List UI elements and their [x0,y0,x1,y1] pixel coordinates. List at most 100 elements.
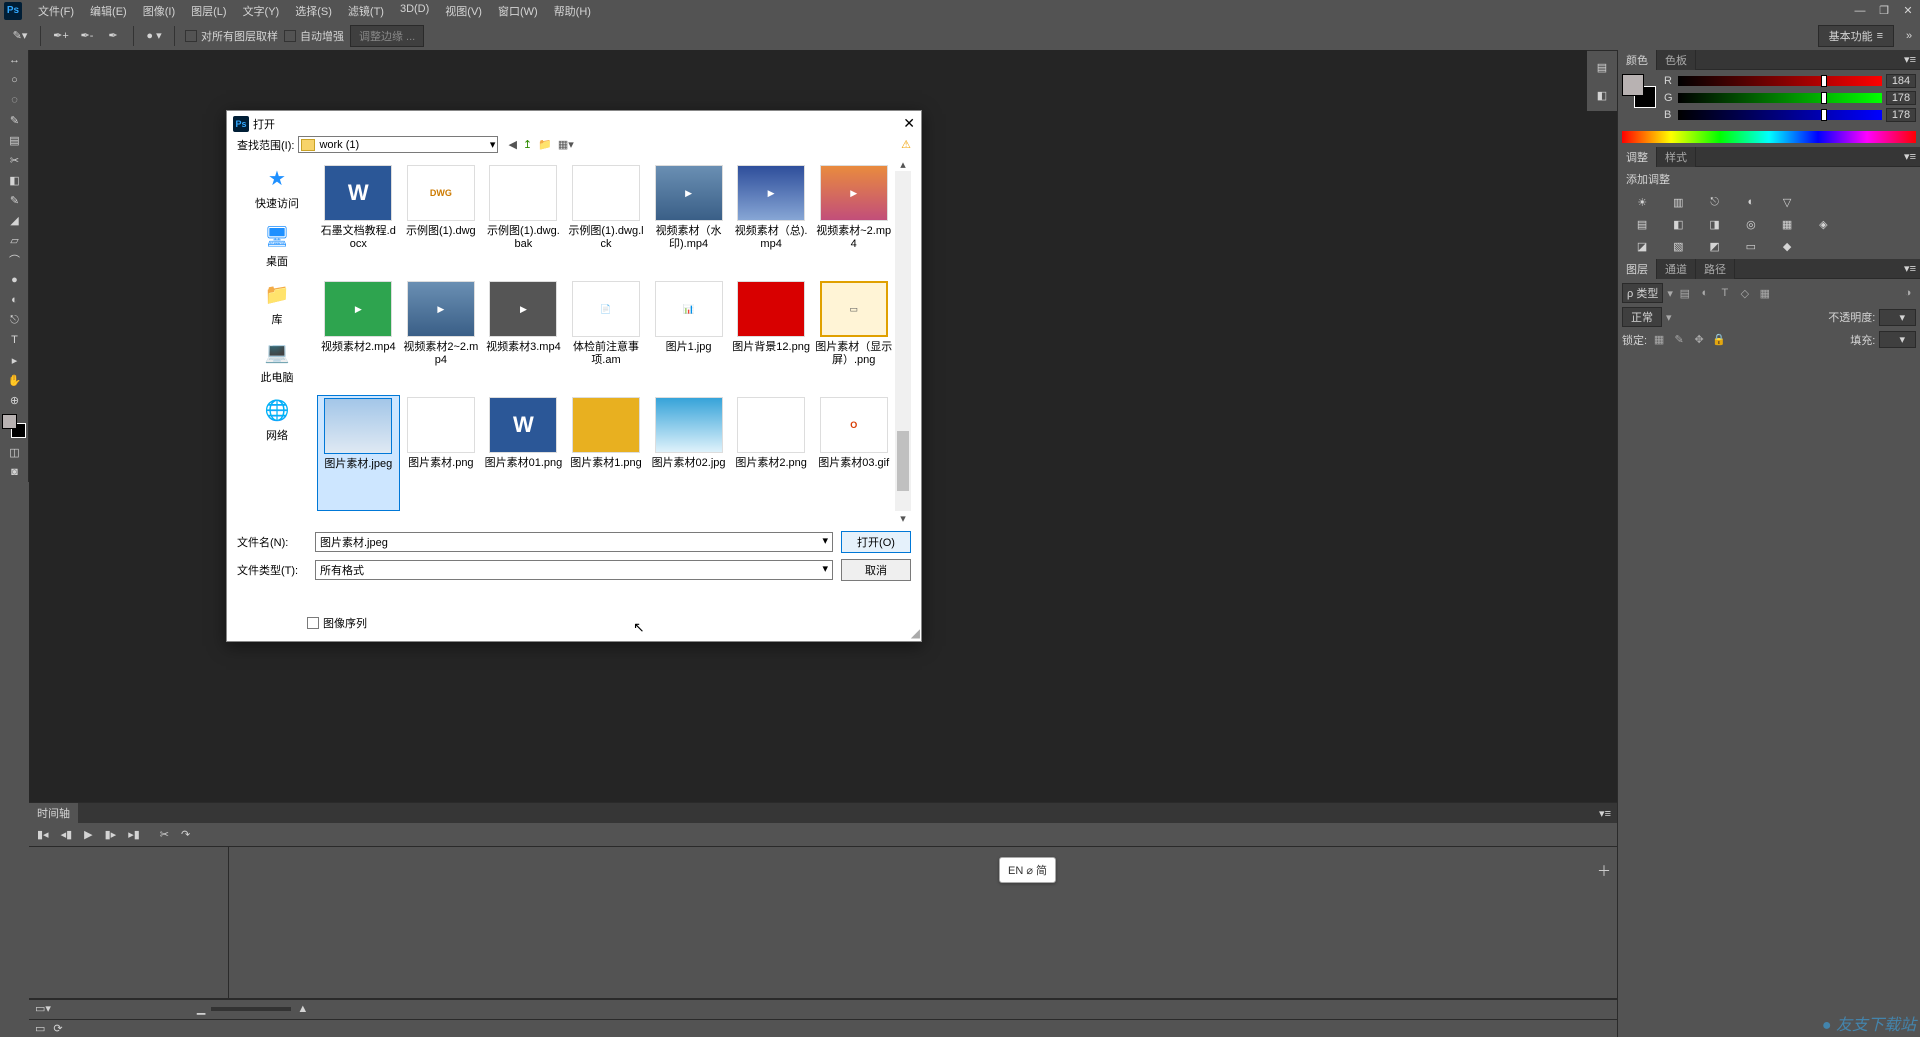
image-sequence-checkbox[interactable] [307,617,319,629]
file-item[interactable]: 图片素材02.jpg [647,395,730,511]
newfolder-icon[interactable]: 📁 [538,138,552,151]
levels-icon[interactable]: ▥ [1662,193,1694,211]
opacity-value[interactable]: ▾ [1879,309,1916,326]
menu-item[interactable]: 视图(V) [437,1,490,21]
r-value[interactable]: 184 [1886,74,1916,88]
timeline-menu-icon[interactable]: ▾≡ [1593,807,1617,820]
viewmode-icon[interactable]: ▦▾ [558,138,574,151]
file-item[interactable] [812,511,895,527]
resize-grip-icon[interactable]: ◢ [911,626,920,640]
bw-icon[interactable]: ◨ [1699,215,1731,233]
file-item[interactable]: O图片素材03.gif [812,395,895,511]
history-icon[interactable]: ▤ [1589,55,1615,79]
file-item[interactable]: W石墨文档教程.docx [317,163,400,279]
dialog-close-button[interactable]: ✕ [903,115,915,132]
channelmixer-icon[interactable]: ▦ [1771,215,1803,233]
open-button[interactable]: 打开(O) [841,531,911,553]
color-panel-menu-icon[interactable]: ▾≡ [1900,53,1920,66]
file-item[interactable]: PSD [730,511,813,527]
tool-button[interactable]: ✎ [0,110,29,130]
tab-color[interactable]: 颜色 [1618,50,1657,70]
transition-icon[interactable]: ↷ [181,828,190,841]
cloud-icon[interactable]: ⚠ [901,138,911,151]
file-item[interactable] [482,511,565,527]
tool-button[interactable]: ▤ [0,130,29,150]
status-chain-icon[interactable]: ⟳ [53,1022,62,1035]
add-track-icon[interactable]: ＋ [1597,861,1611,881]
sample-all-layers-checkbox[interactable]: 对所有图层取样 [185,28,278,44]
file-item[interactable]: 示例图(1).dwg.lck [565,163,648,279]
file-item[interactable]: ▶视频素材~2.mp4 [812,163,895,279]
colorbalance-icon[interactable]: ◧ [1662,215,1694,233]
places-item[interactable]: 🖥桌面 [259,221,295,269]
auto-enhance-checkbox[interactable]: 自动增强 [284,28,344,44]
close-button[interactable]: ✕ [1896,1,1920,21]
file-item[interactable]: ▶视频素材（总).mp4 [730,163,813,279]
file-item[interactable]: W图片素材01.png [482,395,565,511]
file-item[interactable] [400,511,483,527]
file-item[interactable]: 📊图片1.jpg [647,279,730,395]
file-item[interactable]: 图片素材1.png [565,395,648,511]
zoom-in-icon[interactable]: ▲ [297,1003,308,1015]
file-item[interactable]: ▶视频素材2.mp4 [317,279,400,395]
selectivecolor-icon[interactable]: ◆ [1771,237,1803,255]
filename-field[interactable]: 图片素材.jpeg▾ [315,532,833,552]
menu-item[interactable]: 图层(L) [183,1,234,21]
file-grid[interactable]: W石墨文档教程.docxDWG示例图(1).dwg示例图(1).dwg.bak示… [317,157,895,527]
blend-mode-select[interactable]: 正常 [1622,307,1662,327]
color-swatches[interactable] [2,414,26,438]
places-item[interactable]: 📁库 [259,279,295,327]
file-item[interactable]: 图片背景12.png [730,279,813,395]
tab-swatches[interactable]: 色板 [1657,50,1696,70]
vibrance-icon[interactable]: ▽ [1771,193,1803,211]
file-item[interactable] [317,511,400,527]
filter-kind-select[interactable]: ρ 类型 [1622,283,1663,303]
zoom-out-icon[interactable]: ▁ [197,1002,205,1015]
file-item[interactable]: DWG示例图(1).dwg [400,163,483,279]
go-start-icon[interactable]: ▮◂ [37,828,49,841]
tool-button[interactable]: ◐ [0,290,29,310]
tool-button[interactable]: ◌ [0,90,29,110]
split-icon[interactable]: ✂ [160,828,169,841]
r-slider[interactable] [1678,76,1882,86]
tool-button[interactable]: ◢ [0,210,29,230]
tool-button[interactable]: ↔ [0,50,29,70]
file-item[interactable]: ▶视频素材（水印).mp4 [647,163,730,279]
timeline-mode-icon[interactable]: ▭▾ [35,1002,51,1015]
tool-button[interactable]: ◙ [0,462,29,482]
status-fx-icon[interactable]: ▭ [35,1022,45,1035]
menu-item[interactable]: 选择(S) [287,1,340,21]
tool-button[interactable]: ▱ [0,230,29,250]
lookin-select[interactable]: work (1)▾ [298,136,498,153]
file-item[interactable]: 图片素材.jpeg [317,395,400,511]
prev-frame-icon[interactable]: ◂▮ [61,828,73,841]
menu-item[interactable]: 帮助(H) [546,1,599,21]
file-item[interactable]: 图片素材2.png [730,395,813,511]
menu-item[interactable]: 3D(D) [392,1,437,21]
fg-bg-swatch[interactable] [1622,74,1656,108]
scroll-up-icon[interactable]: ▴ [895,157,911,171]
file-item[interactable] [565,511,648,527]
dialog-titlebar[interactable]: Ps 打开 ✕ [227,111,921,136]
tool-button[interactable]: ⎋ [0,310,29,330]
brightness-icon[interactable]: ☀ [1626,193,1658,211]
b-slider[interactable] [1678,110,1882,120]
invert-icon[interactable]: ◪ [1626,237,1658,255]
file-item[interactable] [647,511,730,527]
hue-strip[interactable] [1622,131,1916,143]
back-icon[interactable]: ◀ [508,138,516,151]
filter-adjust-icon[interactable]: ◐ [1697,286,1713,300]
timeline-zoom-slider[interactable] [211,1007,291,1011]
menu-item[interactable]: 窗口(W) [490,1,546,21]
filter-smart-icon[interactable]: ▦ [1757,286,1773,300]
threshold-icon[interactable]: ◩ [1699,237,1731,255]
minimize-button[interactable]: — [1848,1,1872,21]
menu-item[interactable]: 图像(I) [135,1,183,21]
scroll-down-icon[interactable]: ▾ [895,511,911,525]
tool-button[interactable]: ○ [0,70,29,90]
lock-paint-icon[interactable]: ✎ [1671,333,1687,347]
filetype-field[interactable]: 所有格式▾ [315,560,833,580]
tool-button[interactable]: ● [0,270,29,290]
menu-item[interactable]: 滤镜(T) [340,1,392,21]
brush-preset-icon[interactable]: ● ▾ [144,26,164,46]
